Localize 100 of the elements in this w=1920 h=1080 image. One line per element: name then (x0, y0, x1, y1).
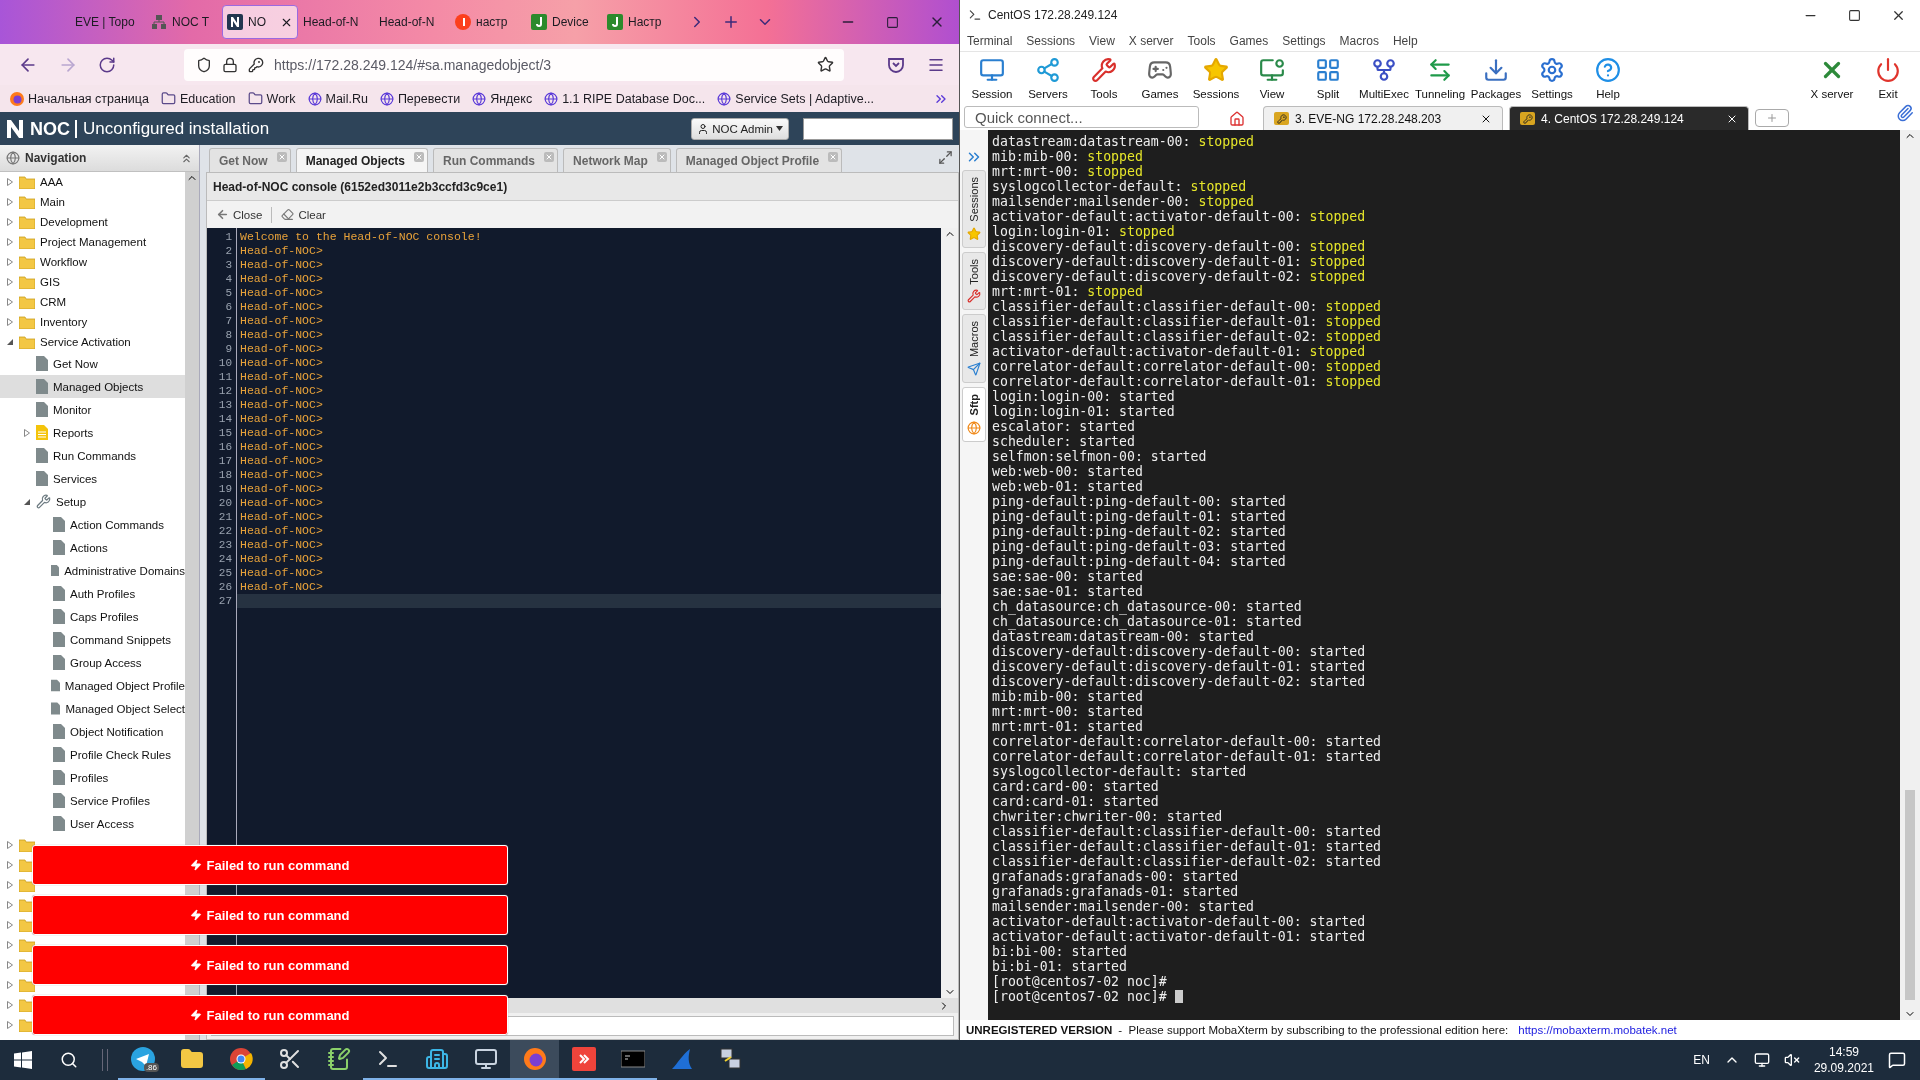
nav-tree-item[interactable]: Service Activation (0, 332, 185, 352)
nav-tree-item[interactable]: AAA (0, 172, 185, 192)
network-icon[interactable] (1753, 1052, 1770, 1068)
menu-item[interactable]: Settings (1282, 33, 1326, 48)
nav-tree-item[interactable]: Managed Objects (0, 375, 185, 398)
browser-tab[interactable]: NOC T (146, 5, 222, 39)
paperclip-icon[interactable] (1896, 104, 1914, 122)
side-tab[interactable]: Tools (962, 251, 986, 311)
nav-tree-item[interactable]: Group Access (0, 651, 185, 674)
bookmark-link[interactable]: Начальная страница (10, 91, 149, 106)
nav-tree-item[interactable]: Development (0, 212, 185, 232)
toolbar-button[interactable]: Exit (1860, 53, 1916, 103)
expand-arrow-icon[interactable] (5, 1001, 14, 1009)
bookmark-link[interactable]: Перевести (379, 91, 461, 106)
expand-arrow-icon[interactable] (5, 921, 14, 929)
nav-tree-item[interactable]: Administrative Domains (0, 559, 185, 582)
nav-tree-item[interactable]: Service Profiles (0, 789, 185, 812)
menu-item[interactable]: View (1089, 33, 1115, 48)
toolbar-button[interactable]: View (1244, 53, 1300, 103)
nav-tree-item[interactable]: Project Management (0, 232, 185, 252)
nav-tree-item[interactable]: Profiles (0, 766, 185, 789)
notifications-icon[interactable] (1888, 1051, 1906, 1069)
taskbar-app[interactable]: .86 (118, 1040, 167, 1080)
browser-tab[interactable]: NO (222, 5, 298, 39)
nav-tree-item[interactable]: Auth Profiles (0, 582, 185, 605)
bookmark-link[interactable]: 1.1 RIPE Database Doc... (544, 91, 706, 106)
scrollbar[interactable] (941, 228, 958, 998)
session-tab[interactable]: 3. EVE-NG 172.28.248.203 (1263, 106, 1503, 130)
nav-tree-item[interactable]: Managed Object Select (0, 697, 185, 720)
nav-tree-item[interactable]: Action Commands (0, 513, 185, 536)
nav-tree-item[interactable]: Managed Object Profile (0, 674, 185, 697)
toolbar-button[interactable]: Sessions (1188, 53, 1244, 103)
nav-tree-item[interactable]: Caps Profiles (0, 605, 185, 628)
bookmark-link[interactable]: Education (160, 91, 236, 106)
nav-tree-item[interactable]: Main (0, 192, 185, 212)
bookmark-link[interactable]: Work (247, 91, 296, 106)
maximize-icon[interactable] (938, 150, 953, 165)
nav-tree-item[interactable]: Get Now (0, 352, 185, 375)
nav-tree-item[interactable]: Services (0, 467, 185, 490)
expand-arrow-icon[interactable] (22, 428, 31, 437)
app-tab[interactable]: Get Now (209, 148, 291, 172)
expand-arrow-icon[interactable] (5, 961, 14, 969)
expand-arrow-icon[interactable] (5, 841, 14, 849)
toolbar-button[interactable]: X server (1804, 53, 1860, 103)
reload-icon[interactable] (98, 55, 116, 74)
search-field[interactable] (803, 117, 953, 140)
expand-arrow-icon[interactable] (5, 238, 14, 246)
toolbar-button[interactable]: Clear (278, 206, 329, 223)
nav-tree-item[interactable]: Inventory (0, 312, 185, 332)
browser-tab[interactable]: Настр (602, 5, 678, 39)
expand-arrow-icon[interactable] (5, 1021, 14, 1029)
browser-tab[interactable]: Head-of-N (298, 5, 374, 39)
nav-tree-item[interactable]: Object Notification (0, 720, 185, 743)
user-menu-button[interactable]: NOC Admin (691, 117, 789, 140)
toolbar-button[interactable]: Tools (1076, 53, 1132, 103)
expand-arrow-icon[interactable] (5, 861, 14, 869)
app-tab[interactable]: Managed Object Profile (675, 148, 843, 172)
scrollbar[interactable] (1900, 130, 1920, 1020)
side-tab[interactable]: Sftp (962, 387, 986, 442)
expand-arrow-icon[interactable] (5, 981, 14, 989)
expand-arrow-icon[interactable] (5, 901, 14, 909)
side-tab[interactable]: Macros (962, 314, 986, 384)
expand-arrow-icon[interactable] (5, 278, 14, 286)
browser-tab[interactable]: настр (450, 5, 526, 39)
volume-muted-icon[interactable] (1783, 1052, 1800, 1068)
browser-tab[interactable]: Head-of-N (374, 5, 450, 39)
nav-tree-item[interactable]: Command Snippets (0, 628, 185, 651)
menu-item[interactable]: Macros (1339, 33, 1379, 48)
collapse-arrow-icon[interactable] (22, 497, 31, 506)
browser-tab[interactable]: Device (526, 5, 602, 39)
menu-item[interactable]: Games (1229, 33, 1269, 48)
session-tab[interactable]: 4. CentOS 172.28.249.124 (1509, 106, 1749, 130)
toolbar-button[interactable]: MultiExec (1356, 53, 1412, 103)
clock[interactable]: 14:59 29.09.2021 (1813, 1044, 1874, 1076)
toolbar-button[interactable]: Tunneling (1412, 53, 1468, 103)
toolbar-button[interactable]: Split (1300, 53, 1356, 103)
website-link[interactable]: https://mobaxterm.mobatek.net (1518, 1024, 1677, 1036)
nav-tree-item[interactable]: Actions (0, 536, 185, 559)
toolbar-button[interactable]: Session (964, 53, 1020, 103)
toolbar-button[interactable]: Packages (1468, 53, 1524, 103)
toolbar-button[interactable]: Help (1580, 53, 1636, 103)
nav-tree-item[interactable]: Run Commands (0, 444, 185, 467)
app-tab[interactable]: Managed Objects (295, 148, 429, 172)
bookmark-link[interactable]: Mail.Ru (307, 91, 368, 106)
app-tab[interactable]: Run Commands (433, 148, 559, 172)
toolbar-button[interactable]: Servers (1020, 53, 1076, 103)
nav-tree-item[interactable]: Workflow (0, 252, 185, 272)
key-icon[interactable] (248, 56, 264, 73)
new-tab-icon[interactable] (722, 13, 740, 31)
menu-item[interactable]: Help (1392, 33, 1418, 48)
pocket-icon[interactable] (887, 55, 905, 74)
collapse-arrow-icon[interactable] (5, 338, 14, 346)
expand-arrow-icon[interactable] (5, 318, 14, 326)
menu-item[interactable]: Tools (1187, 33, 1216, 48)
toolbar-button[interactable]: Settings (1524, 53, 1580, 103)
side-tab[interactable]: Sessions (962, 170, 986, 248)
expand-arrow-icon[interactable] (5, 198, 14, 206)
toolbar-button[interactable]: Close (213, 206, 266, 223)
nav-tree-item[interactable]: Monitor (0, 398, 185, 421)
expand-arrow-icon[interactable] (5, 881, 14, 889)
